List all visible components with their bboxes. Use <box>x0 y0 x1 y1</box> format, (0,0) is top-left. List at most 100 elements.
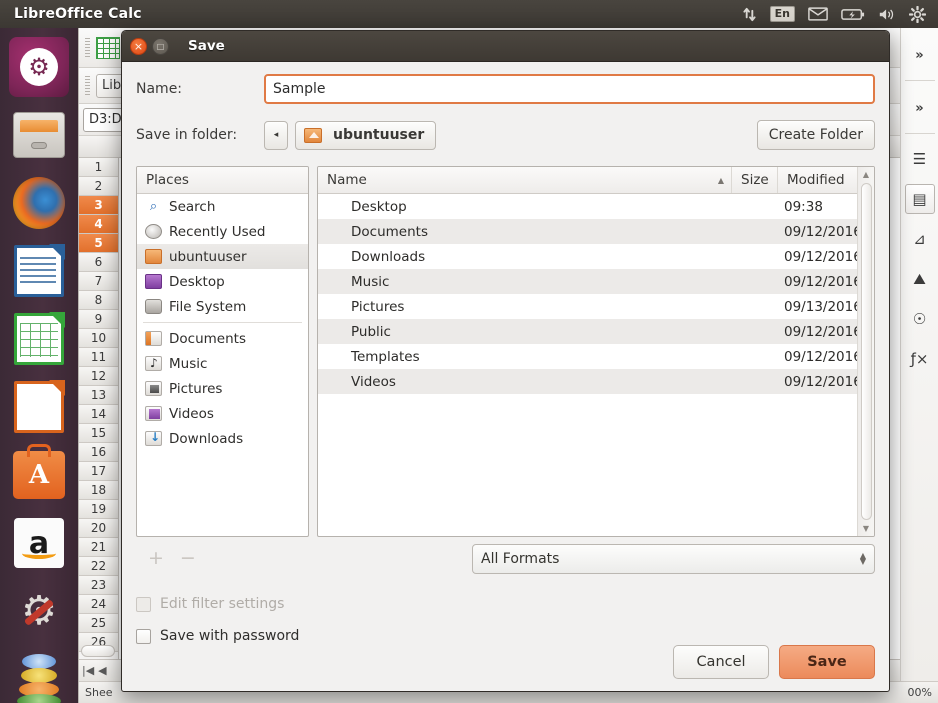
sidebar-gallery-icon[interactable]: ⛰ <box>905 264 935 294</box>
zoom-level-label[interactable]: 00% <box>908 686 932 699</box>
place-item-videos[interactable]: Videos <box>137 401 308 426</box>
row-header-17[interactable]: 17 <box>79 462 118 481</box>
launcher-amazon[interactable]: a <box>8 512 70 574</box>
row-header-15[interactable]: 15 <box>79 424 118 443</box>
prev-sheet-icon[interactable]: ◀ <box>98 664 106 677</box>
row-header-24[interactable]: 24 <box>79 595 118 614</box>
place-item-ubuntuuser[interactable]: ubuntuuser <box>137 244 308 269</box>
launcher-libreoffice-calc[interactable] <box>8 308 70 370</box>
formatting-toolbar-grip[interactable] <box>85 76 90 96</box>
row-header-1[interactable]: 1 <box>79 158 118 177</box>
row-header-10[interactable]: 10 <box>79 329 118 348</box>
launcher-files[interactable] <box>8 104 70 166</box>
launcher-libreoffice-impress[interactable] <box>8 376 70 438</box>
row-header-20[interactable]: 20 <box>79 519 118 538</box>
table-row[interactable]: Videos09/12/2016 <box>318 369 874 394</box>
table-row[interactable]: Downloads09/12/2016 <box>318 244 874 269</box>
launcher-workspace-switcher[interactable] <box>8 648 70 703</box>
row-header-12[interactable]: 12 <box>79 367 118 386</box>
horizontal-scrollbar[interactable] <box>81 645 115 657</box>
breadcrumb-current-folder[interactable]: ubuntuuser <box>295 121 436 150</box>
launcher-ubuntu-dash[interactable]: ⚙ <box>8 36 70 98</box>
row-header-4[interactable]: 4 <box>79 215 118 234</box>
mail-icon[interactable] <box>808 7 828 21</box>
system-settings-gear-icon: ⚙ <box>13 585 65 637</box>
volume-icon[interactable] <box>878 7 896 22</box>
place-item-music[interactable]: Music <box>137 351 308 376</box>
row-header-23[interactable]: 23 <box>79 576 118 595</box>
calc-document-icon[interactable] <box>96 37 120 59</box>
row-header-3[interactable]: 3 <box>79 196 118 215</box>
cancel-button[interactable]: Cancel <box>673 645 769 679</box>
file-list-scrollbar[interactable]: ▲ ▼ <box>857 167 874 536</box>
sidebar-chevron-second[interactable]: » <box>905 91 935 125</box>
system-menu-icon[interactable] <box>909 6 926 23</box>
save-with-password-checkbox[interactable] <box>136 629 151 644</box>
row-header-21[interactable]: 21 <box>79 538 118 557</box>
save-with-password-checkbox-row[interactable]: Save with password <box>136 628 875 644</box>
sidebar-styles-icon[interactable]: ⊿ <box>905 224 935 254</box>
sidebar-properties-icon[interactable]: ☰ <box>905 144 935 174</box>
place-item-desktop[interactable]: Desktop <box>137 269 308 294</box>
table-row[interactable]: Public09/12/2016 <box>318 319 874 344</box>
row-header-25[interactable]: 25 <box>79 614 118 633</box>
place-item-file-system[interactable]: File System <box>137 294 308 319</box>
row-header-22[interactable]: 22 <box>79 557 118 576</box>
row-header-2[interactable]: 2 <box>79 177 118 196</box>
sidebar-functions-icon[interactable]: ƒ× <box>905 344 935 374</box>
place-item-recently-used[interactable]: Recently Used <box>137 219 308 244</box>
battery-icon[interactable] <box>841 8 865 21</box>
row-header-5[interactable]: 5 <box>79 234 118 253</box>
remove-place-button[interactable]: − <box>180 547 196 574</box>
table-row[interactable]: Music09/12/2016 <box>318 269 874 294</box>
table-row[interactable]: Documents09/12/2016 <box>318 219 874 244</box>
row-header-16[interactable]: 16 <box>79 443 118 462</box>
row-header-7[interactable]: 7 <box>79 272 118 291</box>
scroll-down-icon[interactable]: ▼ <box>859 521 874 536</box>
network-icon[interactable] <box>742 7 757 22</box>
first-sheet-icon[interactable]: |◀ <box>82 664 94 677</box>
calc-grid-shape <box>20 323 58 357</box>
places-list[interactable]: ⌕SearchRecently UsedubuntuuserDesktopFil… <box>137 194 308 451</box>
launcher-system-settings[interactable]: ⚙ <box>8 580 70 642</box>
file-format-select[interactable]: All Formats ▲▼ <box>472 544 875 574</box>
place-item-search[interactable]: ⌕Search <box>137 194 308 219</box>
launcher-firefox[interactable] <box>8 172 70 234</box>
place-item-pictures[interactable]: Pictures <box>137 376 308 401</box>
close-icon[interactable]: × <box>130 38 147 55</box>
keyboard-layout-indicator[interactable]: En <box>770 6 795 22</box>
create-folder-button[interactable]: Create Folder <box>757 120 875 150</box>
place-item-downloads[interactable]: Downloads <box>137 426 308 451</box>
save-button[interactable]: Save <box>779 645 875 679</box>
sidebar-page-icon[interactable]: ▤ <box>905 184 935 214</box>
row-header-13[interactable]: 13 <box>79 386 118 405</box>
row-header-9[interactable]: 9 <box>79 310 118 329</box>
row-header-19[interactable]: 19 <box>79 500 118 519</box>
active-app-title[interactable]: LibreOffice Calc <box>14 6 142 22</box>
dialog-title-bar[interactable]: × □ Save <box>122 31 889 62</box>
table-row[interactable]: Desktop09:38 <box>318 194 874 219</box>
scroll-up-icon[interactable]: ▲ <box>859 167 874 182</box>
table-row[interactable]: Templates09/12/2016 <box>318 344 874 369</box>
table-row[interactable]: Pictures09/13/2016 <box>318 294 874 319</box>
row-header-14[interactable]: 14 <box>79 405 118 424</box>
row-header-18[interactable]: 18 <box>79 481 118 500</box>
name-input[interactable] <box>264 74 875 104</box>
column-header-size[interactable]: Size <box>732 167 778 193</box>
scrollbar-thumb[interactable] <box>861 183 872 520</box>
row-header-8[interactable]: 8 <box>79 291 118 310</box>
sidebar-chevron-top[interactable]: » <box>905 38 935 72</box>
launcher-ubuntu-software[interactable]: A <box>8 444 70 506</box>
toolbar-grip[interactable] <box>85 38 90 58</box>
column-header-name[interactable]: Name ▲ <box>318 167 732 193</box>
add-place-button[interactable]: + <box>148 547 164 574</box>
row-headers[interactable]: 1234567891011121314151617181920212223242… <box>79 158 119 659</box>
file-rows[interactable]: Desktop09:38Documents09/12/2016Downloads… <box>318 194 874 536</box>
place-item-documents[interactable]: Documents <box>137 326 308 351</box>
launcher-libreoffice-writer[interactable] <box>8 240 70 302</box>
maximize-icon[interactable]: □ <box>152 38 169 55</box>
sidebar-navigator-icon[interactable]: ☉ <box>905 304 935 334</box>
row-header-11[interactable]: 11 <box>79 348 118 367</box>
path-back-button[interactable]: ◂ <box>264 121 288 150</box>
row-header-6[interactable]: 6 <box>79 253 118 272</box>
